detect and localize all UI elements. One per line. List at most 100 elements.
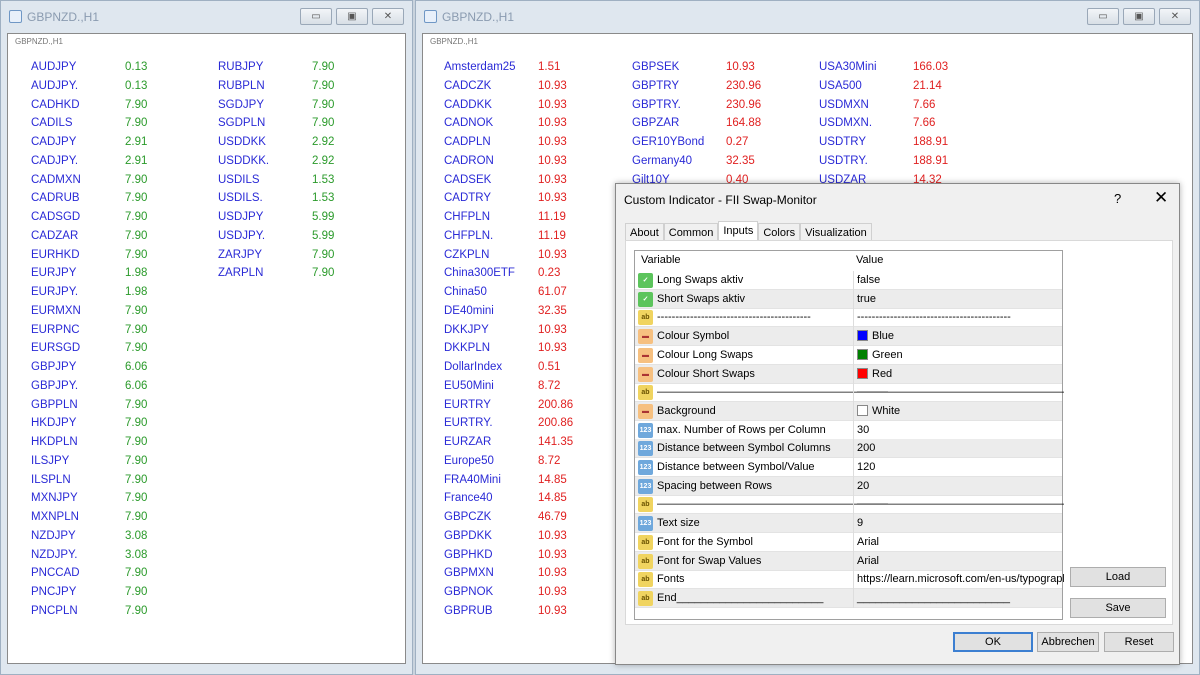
- variable-value[interactable]: White: [853, 401, 1064, 421]
- swap-value: 7.90: [125, 586, 148, 598]
- variable-value[interactable]: 120: [853, 458, 1064, 477]
- input-row[interactable]: ▬ Background White: [635, 401, 1064, 421]
- swap-value: 10.93: [726, 61, 755, 73]
- string-icon: ab: [638, 310, 653, 326]
- maximize-button[interactable]: ▣: [336, 8, 368, 25]
- color-icon: ▬: [638, 366, 653, 382]
- input-row[interactable]: ✓ Short Swaps aktiv true: [635, 289, 1064, 309]
- value-text: true: [857, 292, 876, 305]
- input-row[interactable]: 123 max. Number of Rows per Column 30: [635, 420, 1064, 440]
- swap-value: 61.07: [538, 286, 567, 298]
- variable-value[interactable]: 200: [853, 439, 1064, 459]
- symbol-label: SGDPLN: [218, 117, 266, 130]
- swap-value: 2.91: [125, 136, 148, 148]
- string-icon: ab: [638, 572, 653, 588]
- symbol-label: USDTRY: [819, 136, 867, 148]
- reset-button[interactable]: Reset: [1104, 632, 1174, 652]
- input-row[interactable]: ▬ Colour Short Swaps Red: [635, 364, 1064, 384]
- symbol-label: HKDJPY: [31, 417, 77, 430]
- ok-button[interactable]: OK: [953, 632, 1033, 652]
- close-button[interactable]: ✕: [1159, 8, 1191, 25]
- input-row[interactable]: ▬ Colour Symbol Blue: [635, 327, 1064, 347]
- symbol-label: EURTRY.: [444, 417, 493, 430]
- swap-value: 7.90: [125, 567, 148, 580]
- cancel-button[interactable]: Abbrechen: [1037, 632, 1099, 652]
- swap-value: 10.93: [538, 248, 567, 261]
- variable-value[interactable]: _________________________: [853, 588, 1064, 608]
- variable-value[interactable]: Green: [853, 345, 1064, 365]
- variable-value[interactable]: false: [853, 271, 1064, 290]
- variable-value[interactable]: true: [853, 289, 1064, 309]
- input-row[interactable]: 123 Text size 9: [635, 514, 1064, 534]
- swap-value: 8.72: [538, 454, 561, 467]
- close-button[interactable]: ✕: [372, 8, 404, 25]
- input-row[interactable]: ab --------------------------------------…: [635, 308, 1064, 328]
- value-text: 9: [857, 517, 864, 530]
- value-text: false: [857, 274, 881, 286]
- variable-value[interactable]: 30: [853, 420, 1064, 440]
- variable-value[interactable]: 9: [853, 514, 1064, 534]
- save-button[interactable]: Save: [1070, 598, 1166, 618]
- integer-icon: 123: [638, 422, 653, 438]
- variable-value[interactable]: —————————————————————: [853, 383, 1064, 403]
- symbol-label: GBPNOK: [444, 586, 494, 598]
- variable-value[interactable]: 20: [853, 476, 1064, 496]
- swap-value: 7.90: [312, 79, 335, 92]
- minimize-button[interactable]: ▭: [1087, 8, 1119, 25]
- swap-value: 46.79: [538, 511, 567, 523]
- dialog-close-button[interactable]: ✕: [1154, 188, 1168, 208]
- chart-window-icon: [9, 10, 22, 23]
- input-row[interactable]: ▬ Colour Long Swaps Green: [635, 345, 1064, 365]
- swap-value: 7.90: [312, 267, 335, 280]
- chart-area[interactable]: GBPNZD.,H1 AUDJPY 0.13 AUDJPY. 0.13 CADHKD 7.…: [7, 33, 406, 664]
- symbol-label: CADJPY: [31, 136, 77, 148]
- minimize-button[interactable]: ▭: [300, 8, 332, 25]
- help-button[interactable]: ?: [1114, 191, 1121, 206]
- symbol-label: USDMXN: [819, 98, 869, 111]
- symbol-label: NZDJPY.: [31, 548, 78, 561]
- variable-value[interactable]: Red: [853, 364, 1064, 384]
- swap-value: 10.93: [538, 192, 567, 205]
- variable-value[interactable]: Arial: [853, 551, 1064, 571]
- custom-indicator-dialog: Custom Indicator - FII Swap-Monitor ? ✕ …: [615, 183, 1180, 665]
- swap-value: 7.90: [125, 473, 148, 486]
- symbol-label: PNCJPY: [31, 586, 77, 598]
- variable-value[interactable]: Blue: [853, 327, 1064, 347]
- variable-value[interactable]: Arial: [853, 532, 1064, 552]
- variable-value[interactable]: —————————————————————: [853, 495, 1064, 515]
- swap-value: 7.90: [125, 454, 148, 467]
- swap-value: 10.93: [538, 98, 567, 111]
- symbol-label: EURZAR: [444, 436, 492, 448]
- value-text: 120: [857, 461, 876, 473]
- value-text: 20: [857, 479, 870, 492]
- variable-value[interactable]: ----------------------------------------…: [853, 308, 1064, 328]
- input-row[interactable]: ✓ Long Swaps aktiv false: [635, 271, 1062, 290]
- swap-value: 8.72: [538, 379, 561, 392]
- input-row[interactable]: ab ————————————————————— —————————————————…: [635, 383, 1064, 403]
- symbol-label: USDJPY.: [218, 229, 266, 242]
- symbol-label: USDILS.: [218, 192, 263, 205]
- input-row[interactable]: ab Font for Swap Values Arial: [635, 551, 1064, 571]
- symbol-label: USA30Mini: [819, 61, 877, 73]
- swap-value: 200.86: [538, 398, 574, 411]
- symbol-label: EURJPY: [31, 267, 77, 280]
- input-row[interactable]: ab End________________________ ___________…: [635, 588, 1064, 608]
- input-row[interactable]: 123 Distance between Symbol/Value 120: [635, 458, 1062, 477]
- load-button[interactable]: Load: [1070, 567, 1166, 587]
- symbol-label: CADPLN: [444, 136, 491, 148]
- swap-value: 7.90: [312, 61, 335, 73]
- color-swatch: [857, 404, 868, 416]
- value-text: _________________________: [857, 591, 1010, 604]
- input-row[interactable]: ab Fonts https://learn.microsoft.com/en-us…: [635, 570, 1064, 590]
- maximize-button[interactable]: ▣: [1123, 8, 1155, 25]
- input-row[interactable]: ab ————————————————————— —————————————————…: [635, 495, 1064, 515]
- swap-value: 2.92: [312, 136, 335, 148]
- symbol-label: ILSJPY: [31, 454, 70, 467]
- value-text: Green: [872, 348, 903, 361]
- tab-inputs[interactable]: Inputs: [718, 221, 759, 242]
- swap-value: 32.35: [726, 154, 755, 167]
- variable-value[interactable]: https://learn.microsoft.com/en-us/typogr…: [853, 570, 1064, 590]
- input-row[interactable]: 123 Spacing between Rows 20: [635, 476, 1064, 496]
- input-row[interactable]: 123 Distance between Symbol Columns 200: [635, 439, 1064, 459]
- input-row[interactable]: ab Font for the Symbol Arial: [635, 532, 1064, 552]
